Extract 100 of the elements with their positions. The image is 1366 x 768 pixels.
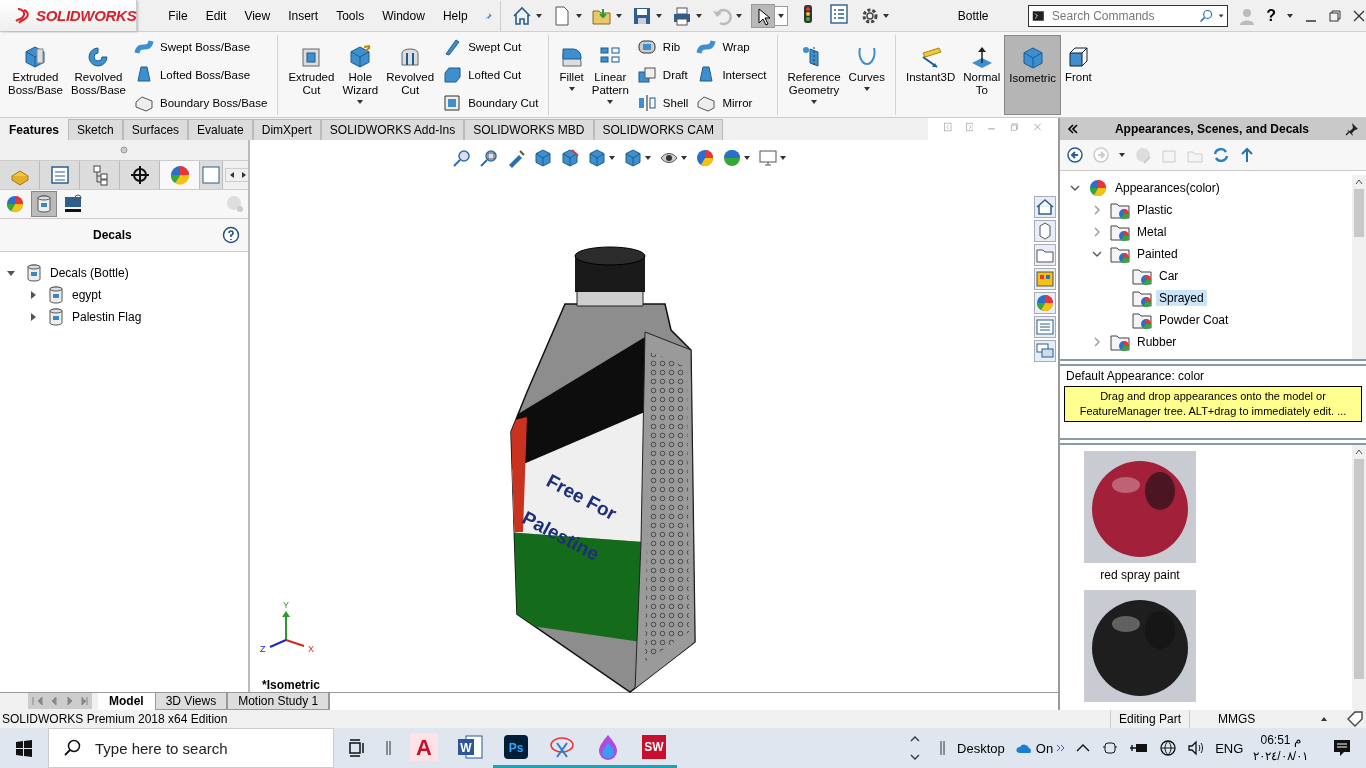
chevron-right-icon[interactable] bbox=[1092, 205, 1102, 215]
scene-sphere-icon[interactable] bbox=[722, 148, 742, 168]
ribbon-button[interactable]: Linear Pattern bbox=[587, 35, 633, 115]
expand-chevrons-icon[interactable] bbox=[1056, 744, 1066, 752]
ribbon-button[interactable]: Swept Boss/Base bbox=[133, 37, 268, 57]
caret-icon[interactable] bbox=[1217, 12, 1225, 19]
tree-item[interactable]: Decals (Bottle) bbox=[50, 266, 129, 280]
command-tab[interactable]: DimXpert bbox=[252, 119, 321, 140]
ribbon-button[interactable]: Revolved Boss/Base bbox=[67, 35, 130, 115]
ribbon-button[interactable]: Instant3D bbox=[902, 35, 960, 115]
ribbon-button[interactable]: Lofted Cut bbox=[442, 65, 539, 85]
chat-bubbles-icon[interactable] bbox=[1034, 340, 1056, 362]
tree-item[interactable]: Car bbox=[1156, 268, 1182, 284]
windows-logo-icon[interactable] bbox=[15, 739, 33, 757]
ribbon-button[interactable]: Reference Geometry bbox=[783, 35, 845, 115]
task-view-icon[interactable] bbox=[348, 739, 366, 757]
splitter-bar[interactable] bbox=[1060, 438, 1366, 445]
menu-item[interactable]: Window bbox=[373, 8, 434, 23]
expand-arrow-icon[interactable] bbox=[6, 268, 18, 278]
home-icon[interactable] bbox=[1034, 196, 1056, 218]
caret-icon[interactable] bbox=[1286, 12, 1294, 19]
ribbon-button[interactable]: Isometric bbox=[1004, 35, 1061, 115]
scroll-thumb[interactable] bbox=[1354, 189, 1364, 237]
help-icon[interactable] bbox=[222, 226, 240, 244]
folder-icon[interactable] bbox=[1034, 244, 1056, 266]
ribbon-button[interactable]: Shell bbox=[636, 93, 689, 113]
scroll-up-icon[interactable] bbox=[1355, 179, 1363, 185]
restore-icon[interactable] bbox=[1328, 8, 1342, 23]
caret-icon[interactable] bbox=[680, 155, 688, 161]
chevron-down-icon[interactable] bbox=[1070, 183, 1080, 193]
panel-toggle[interactable] bbox=[31, 191, 57, 217]
clock-time[interactable]: 06:51 م bbox=[1260, 732, 1301, 748]
unit-system-selector[interactable]: MMGS bbox=[1218, 712, 1256, 726]
menu-item[interactable]: Tools bbox=[327, 8, 374, 23]
ribbon-button[interactable]: Wrap bbox=[696, 37, 767, 57]
caret-up-icon[interactable] bbox=[1320, 716, 1328, 722]
ribbon-button[interactable]: Revolved Cut bbox=[382, 35, 439, 115]
caret-icon[interactable] bbox=[654, 12, 663, 19]
ribbon-button[interactable]: Rib bbox=[636, 37, 689, 57]
caret-icon[interactable] bbox=[574, 12, 583, 19]
box-part-icon[interactable] bbox=[1034, 220, 1056, 242]
language-indicator[interactable]: ENG bbox=[1215, 740, 1244, 756]
chevron-down-icon[interactable] bbox=[1092, 249, 1102, 259]
menu-item[interactable]: View bbox=[235, 8, 280, 23]
ribbon-button[interactable]: Swept Cut bbox=[442, 37, 539, 57]
tree-item[interactable]: Palestin Flag bbox=[72, 310, 142, 324]
caret-icon[interactable] bbox=[881, 12, 890, 19]
tree-item[interactable]: Metal bbox=[1134, 224, 1170, 240]
chevron-right-icon[interactable] bbox=[1092, 337, 1102, 347]
chevron-right-icon[interactable] bbox=[1092, 227, 1102, 237]
command-tab[interactable]: Surfaces bbox=[122, 119, 189, 140]
command-tab[interactable]: Sketch bbox=[68, 119, 123, 140]
pin-icon[interactable] bbox=[1344, 121, 1360, 137]
ribbon-button[interactable]: Lofted Boss/Base bbox=[133, 65, 268, 85]
toolbar-label[interactable]: Desktop bbox=[957, 740, 1005, 756]
tree-item[interactable]: Powder Coat bbox=[1156, 312, 1232, 328]
speaker-icon[interactable] bbox=[1187, 739, 1206, 757]
command-tab[interactable]: Evaluate bbox=[188, 119, 253, 140]
ribbon-button[interactable]: Fillet bbox=[555, 35, 588, 115]
caret-icon[interactable] bbox=[779, 155, 787, 161]
menu-item[interactable]: Insert bbox=[279, 8, 328, 23]
scrollbar[interactable] bbox=[1352, 175, 1366, 359]
caret-icon[interactable] bbox=[614, 12, 623, 19]
tree-item[interactable]: Appearances(color) bbox=[1112, 180, 1223, 196]
color-ball-icon[interactable] bbox=[1034, 292, 1056, 314]
list-icon[interactable] bbox=[827, 3, 850, 25]
help-button[interactable]: ? bbox=[1266, 6, 1276, 25]
ribbon-button[interactable]: Boundary Cut bbox=[442, 93, 539, 113]
caret-icon[interactable] bbox=[534, 12, 543, 19]
section-cube-icon[interactable] bbox=[533, 148, 553, 168]
tree-item[interactable]: Plastic bbox=[1134, 202, 1176, 218]
tree-item[interactable]: Painted bbox=[1134, 246, 1181, 262]
caret-icon[interactable] bbox=[734, 12, 743, 19]
ribbon-button[interactable]: Draft bbox=[636, 65, 689, 85]
ribbon-button[interactable]: Boundary Boss/Base bbox=[133, 93, 268, 113]
menu-item[interactable]: Help bbox=[433, 8, 477, 23]
ribbon-button[interactable]: Extruded Cut bbox=[284, 35, 339, 115]
close-icon[interactable] bbox=[1352, 8, 1366, 23]
ribbon-button[interactable]: Front bbox=[1060, 35, 1096, 115]
caret-icon[interactable] bbox=[1118, 152, 1126, 158]
ribbon-button[interactable]: Curves bbox=[844, 35, 889, 115]
palette-grid-icon[interactable] bbox=[1034, 268, 1056, 290]
back-icon[interactable] bbox=[1066, 146, 1084, 164]
taskbar-search-field[interactable]: Type here to search bbox=[48, 728, 334, 768]
grip-dot-icon[interactable] bbox=[120, 146, 128, 154]
bottom-tab[interactable]: Motion Study 1 bbox=[227, 693, 330, 710]
ribbon-button[interactable]: Extruded Boss/Base bbox=[4, 35, 67, 115]
caret-icon[interactable] bbox=[776, 12, 785, 19]
appearance-sphere-drawing[interactable] bbox=[1084, 590, 1196, 702]
ribbon-button[interactable]: Hole Wizard bbox=[338, 35, 383, 115]
collapse-icon[interactable] bbox=[1066, 123, 1080, 135]
caret-icon[interactable] bbox=[694, 12, 703, 19]
magnifier-icon[interactable] bbox=[452, 148, 472, 168]
appearance-sphere-drawing[interactable] bbox=[1084, 451, 1196, 563]
command-tab[interactable]: SOLIDWORKS CAM bbox=[593, 119, 723, 140]
magnifier-box-icon[interactable] bbox=[479, 148, 499, 168]
globe-icon[interactable] bbox=[1159, 739, 1178, 757]
caret-icon[interactable] bbox=[743, 155, 751, 161]
scroll-down-icon[interactable] bbox=[910, 753, 921, 761]
refresh-icon[interactable] bbox=[1212, 146, 1230, 164]
